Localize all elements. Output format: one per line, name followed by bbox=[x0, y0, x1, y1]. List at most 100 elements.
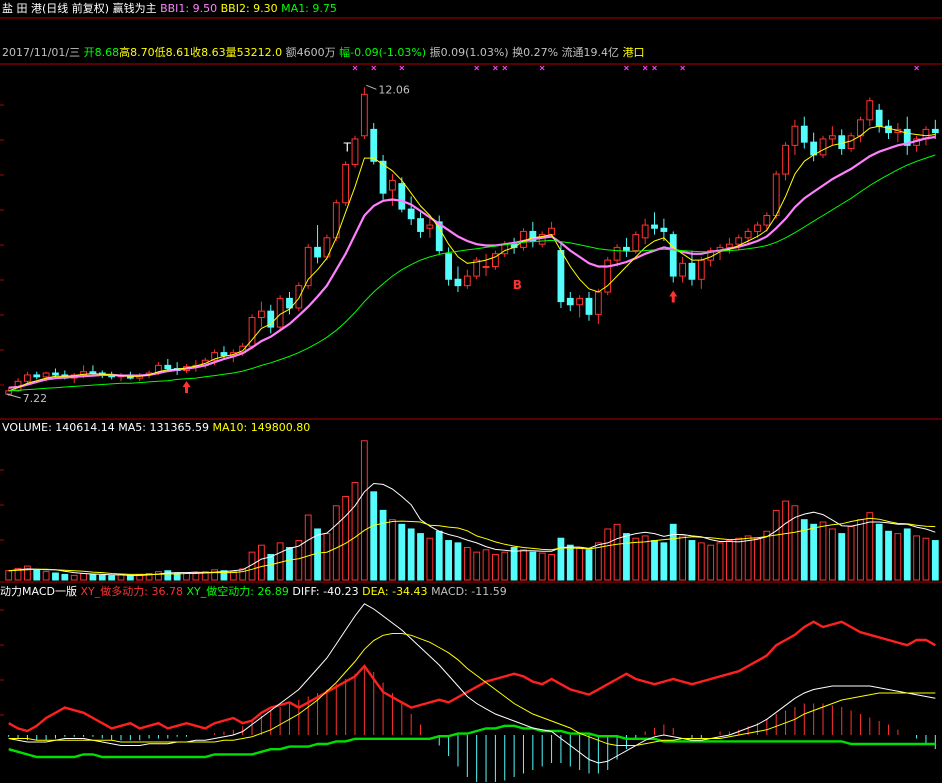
volume-bar bbox=[239, 568, 247, 581]
candle-body bbox=[847, 135, 855, 150]
volume-bar bbox=[98, 574, 106, 581]
volume-bar bbox=[594, 542, 602, 581]
volume-bar bbox=[52, 572, 59, 581]
candle-body bbox=[482, 266, 490, 269]
price-annotations: 12.06 7.22 T B bbox=[6, 65, 919, 405]
stock-chart[interactable]: 12.06 7.22 T B bbox=[0, 0, 942, 783]
candle-body bbox=[557, 250, 565, 303]
candle-body bbox=[566, 297, 574, 306]
event-marker-5 bbox=[502, 65, 508, 71]
volume-bar bbox=[885, 530, 892, 581]
candle bbox=[866, 97, 874, 127]
candle-body bbox=[838, 135, 846, 150]
volume-bar bbox=[632, 537, 640, 581]
candle-body bbox=[164, 364, 172, 370]
volume-bar bbox=[445, 540, 453, 581]
volume-bar bbox=[80, 573, 87, 581]
event-marker-6 bbox=[539, 65, 545, 71]
candle bbox=[894, 123, 902, 143]
candle-body bbox=[23, 374, 31, 382]
volume-bar bbox=[23, 565, 31, 581]
volume-bar bbox=[417, 533, 424, 581]
volume-bar bbox=[651, 540, 658, 581]
candle bbox=[651, 212, 658, 235]
volume-bar bbox=[267, 553, 275, 581]
volume-bar bbox=[126, 574, 134, 581]
candle bbox=[669, 231, 677, 283]
candle bbox=[491, 250, 499, 270]
volume-bar bbox=[360, 440, 368, 581]
candle bbox=[566, 292, 574, 312]
candle-body bbox=[613, 246, 621, 261]
candle-body bbox=[885, 125, 892, 134]
candle bbox=[538, 231, 546, 248]
candle-body bbox=[660, 227, 668, 232]
volume-bar bbox=[566, 544, 574, 581]
candle bbox=[782, 142, 789, 181]
volume-bar bbox=[641, 535, 649, 581]
volume-bar bbox=[697, 542, 705, 581]
candle-body bbox=[314, 246, 321, 258]
volume-bar bbox=[548, 553, 555, 581]
volume-bar bbox=[857, 519, 864, 581]
min-price-label: 7.22 bbox=[23, 392, 48, 405]
volume-bar bbox=[510, 547, 518, 581]
volume-bar bbox=[613, 523, 621, 581]
candle bbox=[248, 314, 256, 350]
candle-body bbox=[763, 214, 771, 226]
buy-arrow-1 bbox=[669, 290, 678, 303]
candle bbox=[576, 295, 584, 318]
candle-body bbox=[454, 278, 462, 287]
volume-bar bbox=[407, 528, 415, 581]
macd-line-2 bbox=[8, 603, 936, 764]
candle-body bbox=[417, 218, 424, 232]
candle-body bbox=[754, 224, 761, 232]
candle bbox=[763, 212, 771, 232]
max-price-label: 12.06 bbox=[378, 83, 410, 96]
candle bbox=[304, 244, 312, 289]
volume-bar bbox=[725, 540, 733, 581]
candle-body bbox=[295, 285, 303, 309]
volume-bar bbox=[520, 549, 527, 581]
volume-bar bbox=[772, 509, 780, 581]
candle bbox=[529, 221, 537, 248]
candle-body bbox=[42, 372, 50, 378]
volume-bar bbox=[463, 547, 471, 581]
candle-body bbox=[772, 173, 780, 216]
candle-body bbox=[688, 262, 696, 280]
candle-body bbox=[800, 125, 808, 143]
line-bbi2 bbox=[8, 125, 936, 392]
volume-bar bbox=[894, 533, 902, 581]
candle-body bbox=[520, 230, 527, 248]
volume-bar bbox=[164, 570, 172, 581]
candle bbox=[594, 288, 602, 324]
event-marker-7 bbox=[624, 65, 629, 71]
candle-body bbox=[931, 128, 939, 134]
candle-body bbox=[445, 253, 453, 280]
volume-bar bbox=[70, 574, 78, 581]
candle bbox=[286, 292, 293, 315]
candle bbox=[931, 119, 939, 139]
candle bbox=[800, 116, 808, 149]
volume-bar bbox=[744, 535, 752, 581]
candle bbox=[332, 199, 340, 241]
volume-bar bbox=[800, 519, 808, 581]
volume-bar bbox=[108, 575, 116, 581]
candle-body bbox=[426, 224, 434, 229]
volume-bar bbox=[782, 500, 789, 581]
volume-bar bbox=[454, 542, 462, 581]
volume-bar bbox=[42, 571, 50, 581]
volume-bar bbox=[426, 537, 434, 581]
candle bbox=[360, 87, 368, 139]
volume-bar bbox=[875, 523, 883, 581]
volume-bar bbox=[557, 537, 565, 581]
volume-bar bbox=[669, 523, 677, 581]
candle bbox=[379, 154, 387, 200]
candle bbox=[417, 212, 424, 238]
volume-bar bbox=[754, 537, 761, 581]
macd-line-1 bbox=[8, 724, 936, 759]
candle-body bbox=[791, 125, 799, 146]
signal-marker-b: B bbox=[513, 278, 522, 292]
event-marker-4 bbox=[493, 65, 498, 71]
volume-bar bbox=[389, 519, 396, 581]
